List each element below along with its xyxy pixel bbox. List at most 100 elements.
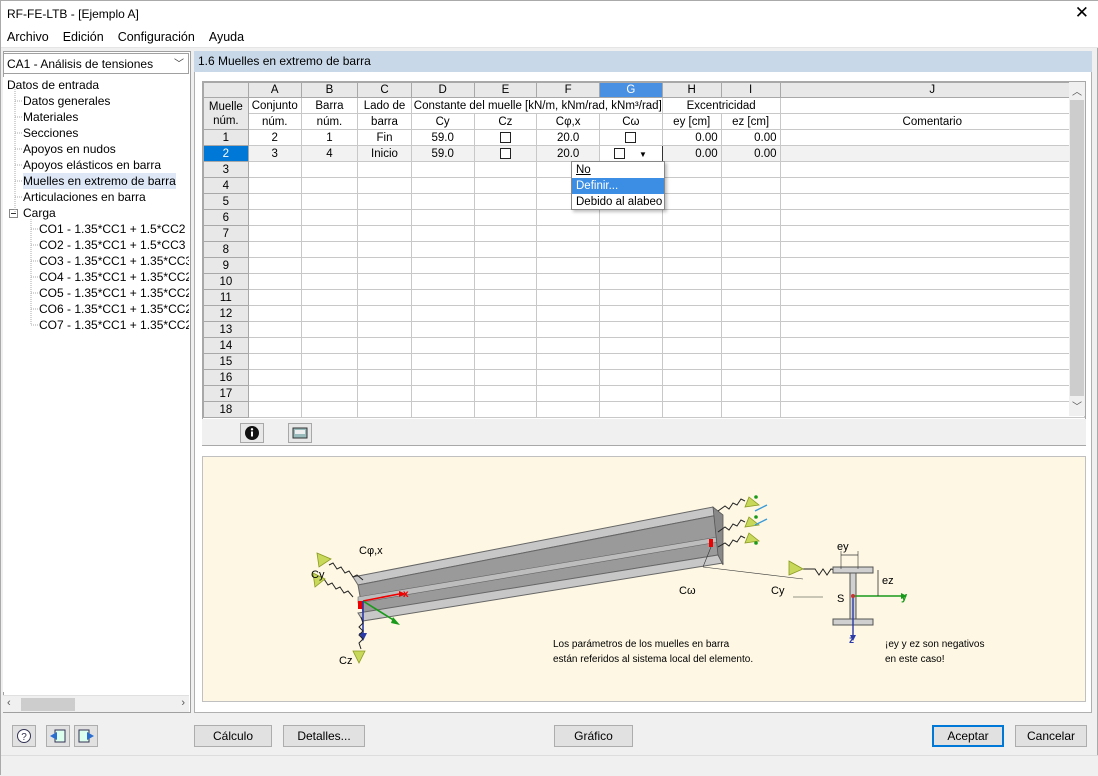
empty-cell[interactable] [599, 337, 663, 354]
scroll-right-icon[interactable]: › [181, 697, 185, 709]
cell-ez[interactable]: 0.00 [720, 129, 781, 146]
empty-cell[interactable] [410, 401, 475, 418]
empty-cell[interactable] [599, 225, 663, 242]
empty-cell[interactable] [410, 209, 475, 226]
empty-cell[interactable] [410, 273, 475, 290]
col-letter[interactable]: J [779, 82, 1086, 98]
ok-button[interactable]: Aceptar [932, 725, 1004, 747]
row-header-selected[interactable]: 2 [203, 145, 249, 162]
case-select[interactable]: CA1 - Análisis de tensiones ﹀ [3, 53, 189, 74]
empty-cell[interactable] [661, 321, 722, 338]
empty-cell[interactable] [720, 241, 781, 258]
empty-cell[interactable] [779, 305, 1086, 322]
dropdown-option[interactable]: Debido al alabeo [572, 194, 664, 210]
checkbox-comega[interactable] [625, 131, 637, 143]
empty-cell[interactable] [661, 401, 722, 418]
empty-cell[interactable] [247, 305, 302, 322]
empty-cell[interactable] [473, 177, 538, 194]
cell-ez[interactable]: 0.00 [720, 145, 781, 162]
checkbox-cz[interactable] [499, 147, 511, 159]
empty-cell[interactable] [473, 241, 538, 258]
empty-cell[interactable] [599, 369, 663, 386]
empty-cell[interactable] [720, 273, 781, 290]
empty-cell[interactable] [247, 369, 302, 386]
empty-cell[interactable] [720, 369, 781, 386]
empty-cell[interactable] [473, 225, 538, 242]
row-header[interactable]: 15 [203, 353, 249, 370]
checkbox-comega[interactable] [614, 147, 625, 159]
empty-cell[interactable] [473, 353, 538, 370]
col-letter[interactable]: F [536, 82, 600, 98]
empty-cell[interactable] [410, 321, 475, 338]
empty-cell[interactable] [473, 257, 538, 274]
empty-cell[interactable] [720, 177, 781, 194]
empty-cell[interactable] [300, 353, 359, 370]
empty-cell[interactable] [473, 273, 538, 290]
empty-cell[interactable] [247, 161, 302, 178]
empty-cell[interactable] [410, 337, 475, 354]
scroll-thumb[interactable] [1070, 100, 1084, 396]
row-header[interactable]: 4 [203, 177, 249, 194]
row-header[interactable]: 13 [203, 321, 249, 338]
row-header[interactable]: 5 [203, 193, 249, 210]
empty-cell[interactable] [536, 353, 600, 370]
cell-cz[interactable] [473, 145, 538, 162]
cell-comega-editing[interactable]: ▼ [599, 145, 663, 162]
empty-cell[interactable] [779, 177, 1086, 194]
empty-cell[interactable] [779, 321, 1086, 338]
empty-cell[interactable] [357, 321, 412, 338]
empty-cell[interactable] [300, 241, 359, 258]
row-header[interactable]: 8 [203, 241, 249, 258]
empty-cell[interactable] [599, 289, 663, 306]
empty-cell[interactable] [410, 369, 475, 386]
scroll-down-icon[interactable]: ﹀ [1072, 398, 1082, 413]
empty-cell[interactable] [720, 385, 781, 402]
row-header[interactable]: 14 [203, 337, 249, 354]
empty-cell[interactable] [300, 273, 359, 290]
col-letter[interactable]: B [300, 82, 359, 98]
menu-configuracion[interactable]: Configuración [112, 30, 201, 44]
col-letter[interactable]: D [410, 82, 475, 98]
empty-cell[interactable] [720, 305, 781, 322]
empty-cell[interactable] [536, 337, 600, 354]
empty-cell[interactable] [779, 337, 1086, 354]
cell-cz[interactable] [473, 129, 538, 146]
empty-cell[interactable] [599, 321, 663, 338]
empty-cell[interactable] [779, 241, 1086, 258]
empty-cell[interactable] [779, 209, 1086, 226]
cell-cphix[interactable]: 20.0 [536, 129, 600, 146]
empty-cell[interactable] [599, 305, 663, 322]
col-letter[interactable]: E [473, 82, 538, 98]
cell-ey[interactable]: 0.00 [661, 145, 722, 162]
empty-cell[interactable] [300, 385, 359, 402]
row-header[interactable]: 12 [203, 305, 249, 322]
graphic-button[interactable]: Gráfico [554, 725, 633, 747]
row-header[interactable]: 10 [203, 273, 249, 290]
empty-cell[interactable] [357, 257, 412, 274]
empty-cell[interactable] [720, 193, 781, 210]
empty-cell[interactable] [473, 337, 538, 354]
empty-cell[interactable] [661, 257, 722, 274]
empty-cell[interactable] [410, 225, 475, 242]
empty-cell[interactable] [300, 305, 359, 322]
cell-cphix[interactable]: 20.0 [536, 145, 600, 162]
empty-cell[interactable] [661, 161, 722, 178]
empty-cell[interactable] [300, 401, 359, 418]
empty-cell[interactable] [300, 225, 359, 242]
cell-lado[interactable]: Inicio [357, 145, 412, 162]
empty-cell[interactable] [247, 385, 302, 402]
row-header[interactable]: 6 [203, 209, 249, 226]
empty-cell[interactable] [247, 273, 302, 290]
empty-cell[interactable] [410, 193, 475, 210]
empty-cell[interactable] [300, 289, 359, 306]
dropdown-option-highlighted[interactable]: Definir... [572, 178, 664, 194]
empty-cell[interactable] [661, 273, 722, 290]
empty-cell[interactable] [599, 401, 663, 418]
cell-barra[interactable]: 4 [300, 145, 359, 162]
cancel-button[interactable]: Cancelar [1015, 725, 1087, 747]
empty-cell[interactable] [300, 321, 359, 338]
cell-comega[interactable] [599, 129, 663, 146]
cell-barra[interactable]: 1 [300, 129, 359, 146]
empty-cell[interactable] [536, 401, 600, 418]
empty-cell[interactable] [410, 257, 475, 274]
